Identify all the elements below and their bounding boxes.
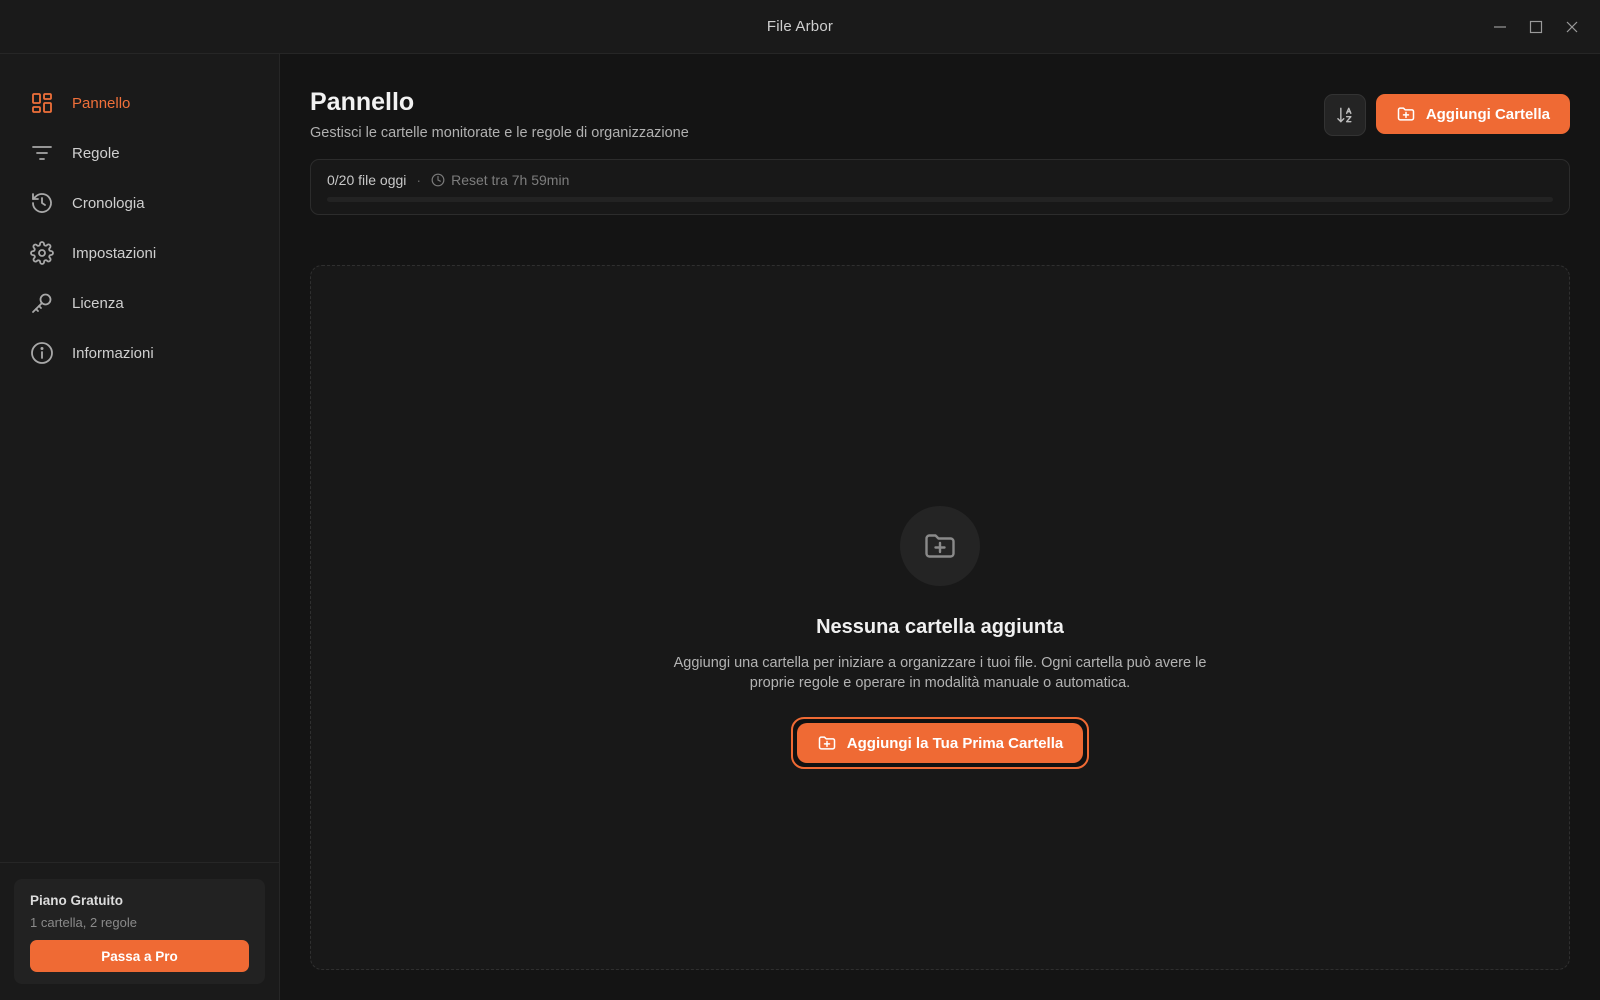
separator-dot: · xyxy=(416,172,422,188)
add-folder-label: Aggiungi Cartella xyxy=(1425,105,1550,123)
usage-progress-bar xyxy=(327,197,1553,202)
usage-panel: 0/20 file oggi · Reset tra 7h 59min xyxy=(310,159,1570,215)
sidebar-item-cronologia[interactable]: Cronologia xyxy=(0,178,279,228)
info-icon xyxy=(30,341,54,365)
empty-folder-icon-badge xyxy=(900,506,980,586)
key-icon xyxy=(30,291,54,315)
window-controls xyxy=(1486,0,1586,54)
plan-card: Piano Gratuito 1 cartella, 2 regole Pass… xyxy=(14,879,265,984)
history-icon xyxy=(30,191,54,215)
main-content: Pannello Gestisci le cartelle monitorate… xyxy=(280,54,1600,1000)
empty-state-title: Nessuna cartella aggiunta xyxy=(816,616,1064,638)
sidebar-item-label: Licenza xyxy=(72,294,124,312)
header-text: Pannello Gestisci le cartelle monitorate… xyxy=(310,88,689,141)
title-bar[interactable]: File Arbor xyxy=(0,0,1600,54)
sort-button[interactable] xyxy=(1323,94,1366,136)
page-subtitle: Gestisci le cartelle monitorate e le reg… xyxy=(310,125,689,141)
close-icon xyxy=(1566,21,1578,33)
filter-icon xyxy=(30,141,54,165)
usage-row: 0/20 file oggi · Reset tra 7h 59min xyxy=(327,172,1553,188)
daily-file-count: 0/20 file oggi xyxy=(327,172,407,188)
sidebar-item-label: Impostazioni xyxy=(72,244,157,262)
gear-icon xyxy=(30,241,54,265)
maximize-icon xyxy=(1529,20,1543,34)
add-folder-button[interactable]: Aggiungi Cartella xyxy=(1375,94,1570,134)
sidebar-item-label: Informazioni xyxy=(72,344,154,362)
add-first-folder-label: Aggiungi la Tua Prima Cartella xyxy=(846,734,1064,752)
empty-state-description: Aggiungi una cartella per iniziare a org… xyxy=(673,655,1207,691)
sort-az-icon xyxy=(1337,107,1352,123)
sidebar-item-label: Regole xyxy=(72,144,120,162)
page-title: Pannello xyxy=(310,88,415,116)
plan-limits: 1 cartella, 2 regole xyxy=(30,915,137,930)
sidebar-footer: Piano Gratuito 1 cartella, 2 regole Pass… xyxy=(0,862,279,1000)
folder-plus-icon xyxy=(925,534,955,558)
sidebar-item-informazioni[interactable]: Informazioni xyxy=(0,328,279,378)
sidebar-item-impostazioni[interactable]: Impostazioni xyxy=(0,228,279,278)
sidebar: Pannello Regole Cronologia Impostazioni … xyxy=(0,54,280,1000)
sidebar-item-label: Cronologia xyxy=(72,194,145,212)
page-header: Pannello Gestisci le cartelle monitorate… xyxy=(310,88,1570,141)
add-first-folder-button[interactable]: Aggiungi la Tua Prima Cartella xyxy=(796,723,1084,763)
minimize-button[interactable] xyxy=(1486,13,1514,41)
minimize-icon xyxy=(1494,26,1506,28)
folder-plus-icon xyxy=(1397,107,1415,121)
close-button[interactable] xyxy=(1558,13,1586,41)
folder-plus-icon xyxy=(818,736,836,750)
upgrade-pro-button[interactable]: Passa a Pro xyxy=(30,940,249,972)
reset-timer: Reset tra 7h 59min xyxy=(451,172,570,188)
focus-ring: Aggiungi la Tua Prima Cartella xyxy=(790,717,1090,769)
sidebar-item-regole[interactable]: Regole xyxy=(0,128,279,178)
clock-icon xyxy=(431,173,445,187)
empty-state: Nessuna cartella aggiunta Aggiungi una c… xyxy=(310,265,1570,970)
dashboard-icon xyxy=(30,91,54,115)
app-body: Pannello Regole Cronologia Impostazioni … xyxy=(0,54,1600,1000)
app-window: File Arbor Pannello Regole Cronologia Im… xyxy=(0,0,1600,1000)
sidebar-item-pannello[interactable]: Pannello xyxy=(0,78,279,128)
plan-title: Piano Gratuito xyxy=(30,893,124,908)
maximize-button[interactable] xyxy=(1522,13,1550,41)
sidebar-nav: Pannello Regole Cronologia Impostazioni … xyxy=(0,54,279,862)
header-actions: Aggiungi Cartella xyxy=(1323,94,1570,136)
window-title: File Arbor xyxy=(766,18,834,35)
sidebar-item-label: Pannello xyxy=(72,94,131,112)
sidebar-item-licenza[interactable]: Licenza xyxy=(0,278,279,328)
